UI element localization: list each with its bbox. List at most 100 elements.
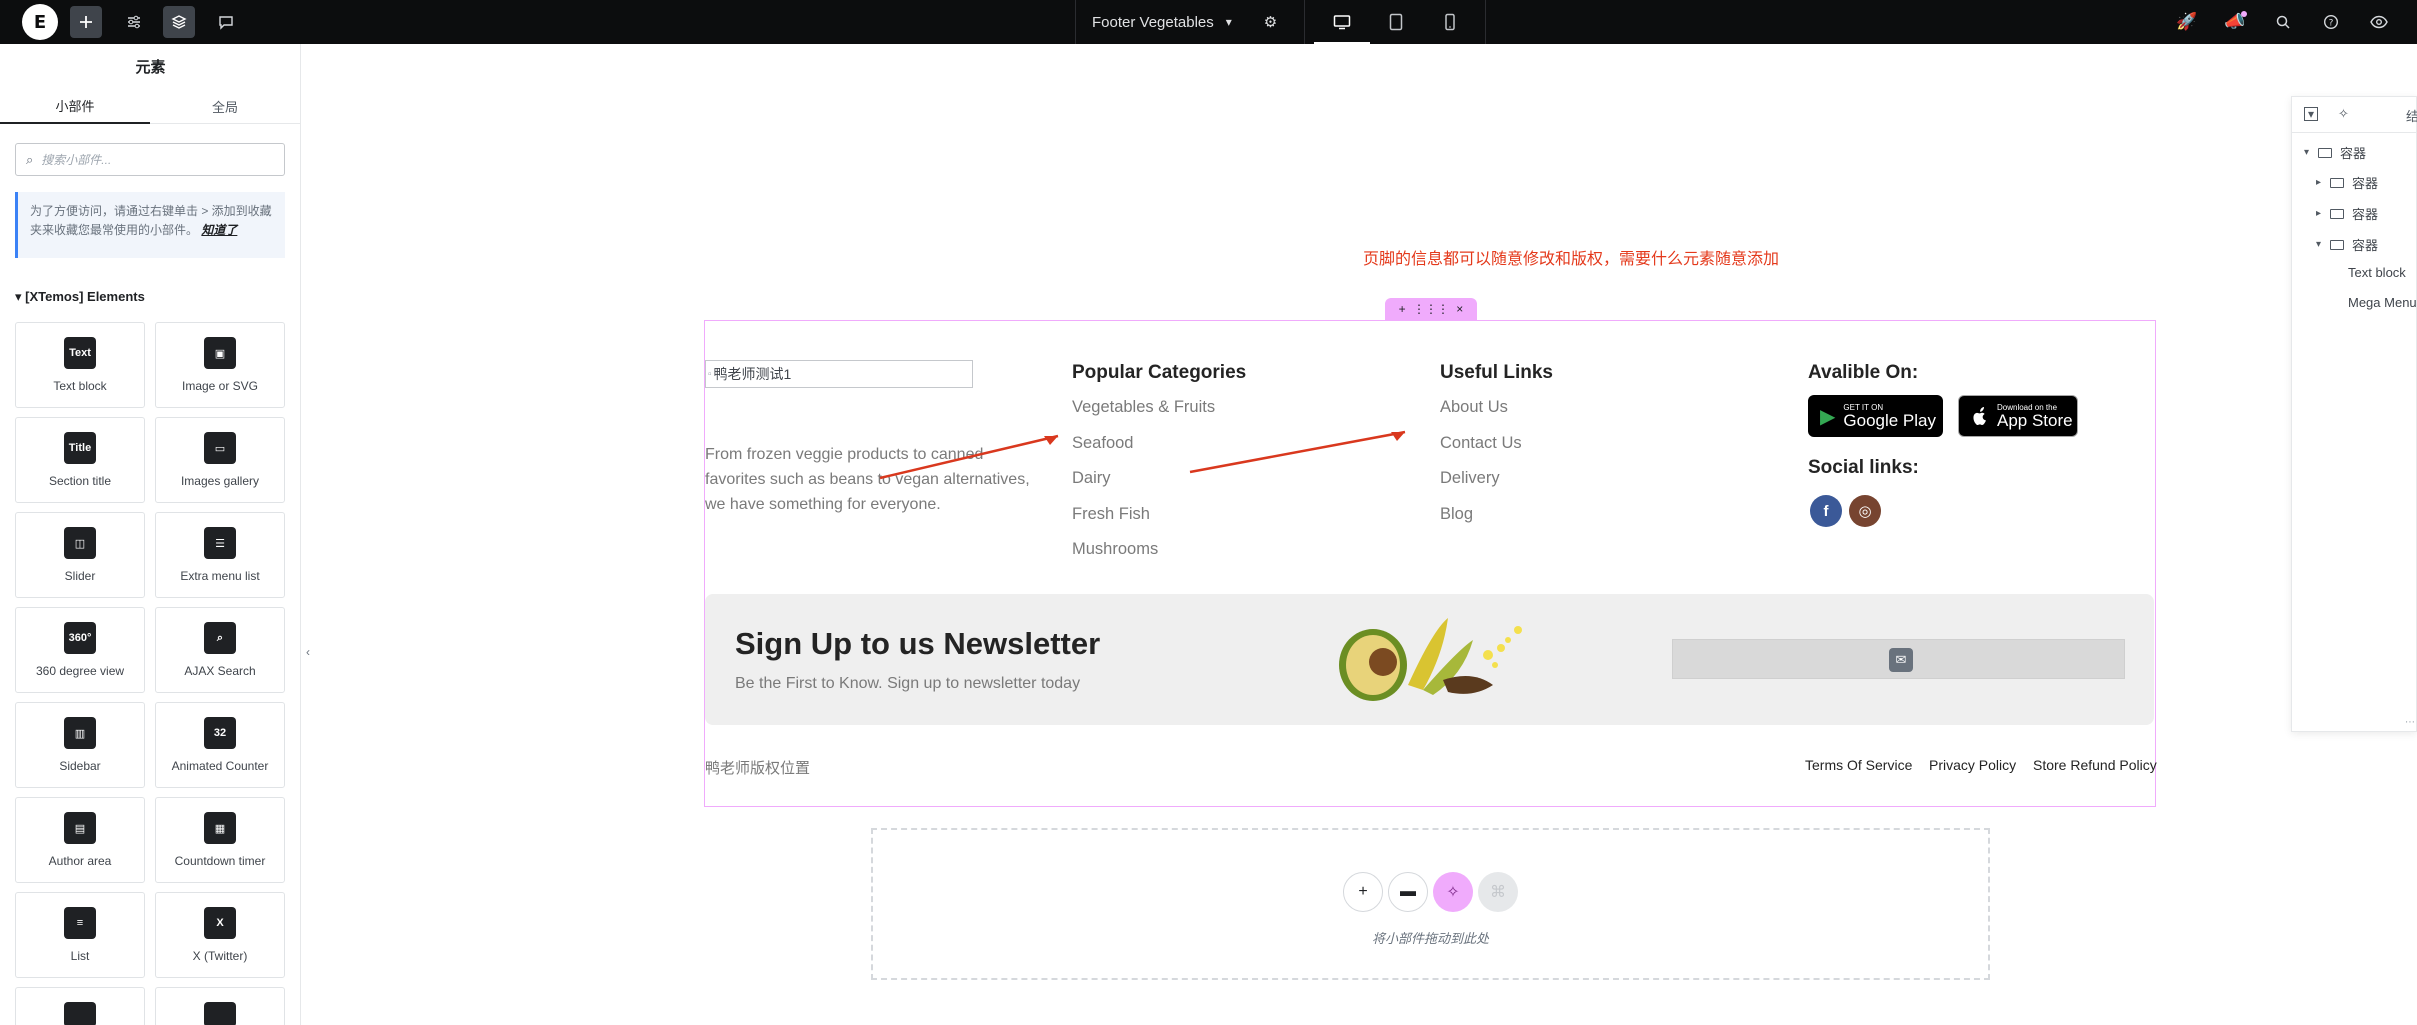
- footer-link[interactable]: Contact Us: [1440, 434, 1522, 453]
- add-element-button[interactable]: [70, 6, 102, 38]
- footer-logo-image[interactable]: ▫ 鸭老师测试1: [705, 360, 973, 388]
- widget-tile[interactable]: ▦ Countdown timer: [155, 797, 285, 883]
- legal-link-refund[interactable]: Store Refund Policy: [2033, 757, 2157, 773]
- desktop-device-button[interactable]: [1314, 6, 1370, 44]
- navigator-item-label: 容器: [2352, 238, 2379, 253]
- structure-button[interactable]: [163, 6, 195, 38]
- footer-link[interactable]: Fresh Fish: [1072, 505, 1150, 524]
- navigator-item-container[interactable]: ▾ 容器: [2304, 143, 2366, 162]
- category-header[interactable]: ▾ [XTemos] Elements: [15, 289, 145, 305]
- preview-button[interactable]: [2363, 6, 2395, 38]
- navigator-item-container[interactable]: ▸ 容器: [2316, 204, 2378, 223]
- widget-tile[interactable]: ≡ List: [15, 892, 145, 978]
- tablet-device-button[interactable]: [1380, 6, 1412, 38]
- caret-right-icon[interactable]: ▸: [2316, 208, 2330, 219]
- finder-button[interactable]: [2267, 6, 2299, 38]
- empty-dropzone[interactable]: + ▬ ✧ ⌘ 将小部件拖动到此处: [871, 828, 1990, 980]
- whats-new-button[interactable]: 📣: [2219, 6, 2251, 38]
- counter-icon: 32: [204, 717, 236, 749]
- widget-tile[interactable]: ▥ Sidebar: [15, 702, 145, 788]
- caret-down-icon[interactable]: ▾: [2316, 239, 2330, 250]
- folder-icon: ▬: [1400, 883, 1416, 900]
- widget-tile[interactable]: 360° 360 degree view: [15, 607, 145, 693]
- comments-button[interactable]: [210, 6, 242, 38]
- badge-big-text: App Store: [1997, 410, 2073, 430]
- navigator-item-container[interactable]: ▸ 容器: [2316, 173, 2378, 192]
- resize-handle-icon[interactable]: ⋯: [2405, 717, 2415, 728]
- footer-link[interactable]: About Us: [1440, 398, 1508, 417]
- panel-title: 元素: [135, 58, 166, 76]
- google-play-badge[interactable]: ▶ GET IT ON Google Play: [1808, 395, 1943, 437]
- ai-generate-button[interactable]: ✧: [1433, 872, 1473, 912]
- publish-rocket-button[interactable]: 🚀: [2171, 6, 2203, 38]
- legal-link-privacy[interactable]: Privacy Policy: [1929, 757, 2016, 773]
- app-store-badge[interactable]: Download on the App Store: [1958, 395, 2078, 437]
- kit-button[interactable]: ⌘: [1478, 872, 1518, 912]
- drag-handle-icon[interactable]: ⋮⋮⋮: [1413, 302, 1449, 316]
- desktop-icon: [1333, 15, 1351, 30]
- logo-alt-text: 鸭老师测试1: [713, 366, 792, 382]
- newsletter-form-placeholder[interactable]: ✉: [1672, 639, 2125, 679]
- widget-tile[interactable]: [155, 987, 285, 1025]
- caret-down-icon[interactable]: ▾: [2304, 147, 2318, 158]
- instagram-link[interactable]: ◎: [1849, 495, 1881, 527]
- widget-tile[interactable]: ⌕ AJAX Search: [155, 607, 285, 693]
- 360-view-icon: 360°: [64, 622, 96, 654]
- widget-label: X (Twitter): [192, 949, 248, 963]
- elementor-logo[interactable]: E: [22, 4, 58, 40]
- widget-tile[interactable]: ◫ Slider: [15, 512, 145, 598]
- widget-tile[interactable]: X X (Twitter): [155, 892, 285, 978]
- add-section-icon[interactable]: +: [1399, 302, 1406, 316]
- navigator-item-mega-menu[interactable]: Mega Menu: [2348, 295, 2417, 310]
- navigator-item-container[interactable]: ▾ 容器: [2316, 235, 2378, 254]
- footer-link[interactable]: Blog: [1440, 505, 1473, 524]
- x-twitter-icon: X: [204, 907, 236, 939]
- widget-tile[interactable]: [15, 987, 145, 1025]
- widget-tile[interactable]: Title Section title: [15, 417, 145, 503]
- document-title-dropdown[interactable]: Footer Vegetables ▾ ⚙: [1075, 0, 1305, 44]
- widget-tile[interactable]: 32 Animated Counter: [155, 702, 285, 788]
- menu-list-icon: ☰: [204, 527, 236, 559]
- tab-widgets[interactable]: 小部件: [0, 88, 150, 124]
- caret-right-icon[interactable]: ▸: [2316, 177, 2330, 188]
- search-icon: [2276, 15, 2290, 29]
- add-container-button[interactable]: +: [1343, 872, 1383, 912]
- widget-search-input[interactable]: ⌕ 搜索小部件...: [15, 143, 285, 176]
- notice-dismiss-link[interactable]: 知道了: [201, 223, 237, 237]
- widget-icon: [204, 1002, 236, 1025]
- tab-global[interactable]: 全局: [150, 88, 300, 124]
- help-button[interactable]: ?: [2315, 6, 2347, 38]
- page-settings-gear-icon[interactable]: ⚙: [1264, 13, 1277, 31]
- footer-link[interactable]: Mushrooms: [1072, 540, 1158, 559]
- container-icon: [2330, 177, 2344, 188]
- widget-label: Countdown timer: [174, 854, 266, 868]
- ai-sparkle-icon[interactable]: ✧: [2338, 106, 2349, 122]
- form-widget-icon: ✉: [1889, 648, 1913, 672]
- chevron-left-icon: ‹: [306, 645, 310, 659]
- footer-link[interactable]: Delivery: [1440, 469, 1500, 488]
- copyright-text: 鸭老师版权位置: [705, 760, 811, 777]
- slider-icon: ◫: [64, 527, 96, 559]
- broken-image-icon: ▫: [708, 368, 712, 380]
- facebook-link[interactable]: f: [1810, 495, 1842, 527]
- gallery-icon: ▭: [204, 432, 236, 464]
- navigator-item-text-block[interactable]: Text block: [2348, 265, 2406, 280]
- widget-tile[interactable]: Text Text block: [15, 322, 145, 408]
- search-placeholder: 搜索小部件...: [41, 153, 112, 167]
- footer-link[interactable]: Vegetables & Fruits: [1072, 398, 1215, 417]
- collapse-all-icon[interactable]: ▾: [2304, 107, 2318, 121]
- widget-tile[interactable]: ▤ Author area: [15, 797, 145, 883]
- add-template-button[interactable]: ▬: [1388, 872, 1428, 912]
- comments-icon: [219, 16, 233, 30]
- mobile-icon: [1445, 13, 1455, 31]
- site-settings-button[interactable]: [118, 6, 150, 38]
- legal-link-terms[interactable]: Terms Of Service: [1805, 757, 1912, 773]
- preview-eye-icon: [2370, 15, 2388, 29]
- collapse-panel-handle[interactable]: ‹: [301, 640, 315, 664]
- footer-container[interactable]: [704, 320, 2156, 807]
- widget-tile[interactable]: ▣ Image or SVG: [155, 322, 285, 408]
- widget-tile[interactable]: ▭ Images gallery: [155, 417, 285, 503]
- mobile-device-button[interactable]: [1434, 6, 1466, 38]
- delete-section-icon[interactable]: ×: [1456, 302, 1463, 316]
- widget-tile[interactable]: ☰ Extra menu list: [155, 512, 285, 598]
